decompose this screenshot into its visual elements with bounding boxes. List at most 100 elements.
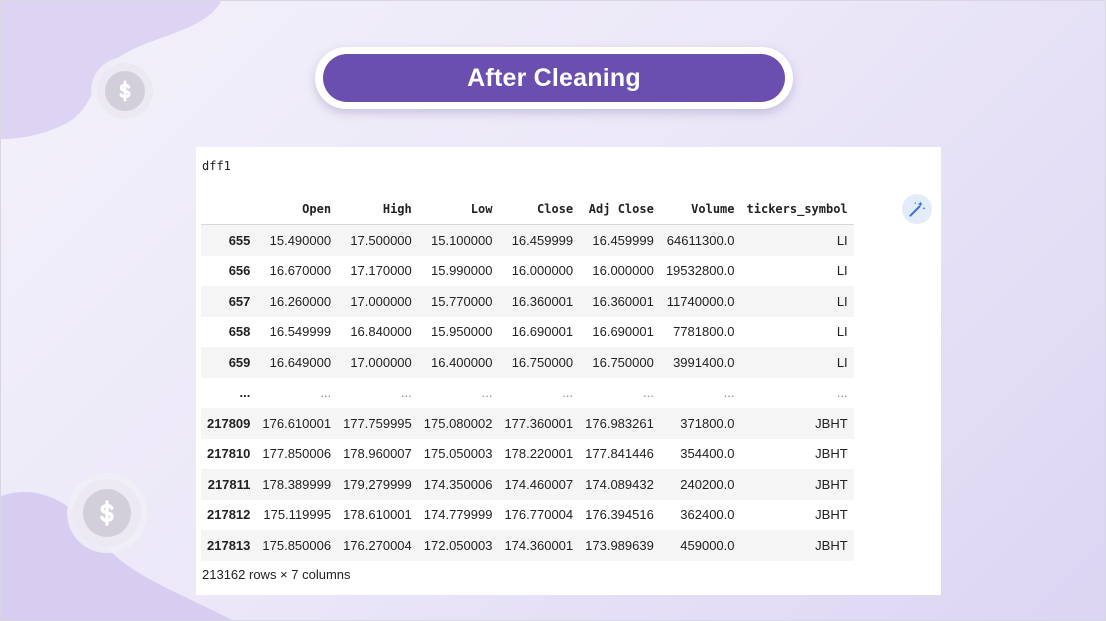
table-cell: 178.610001	[343, 507, 412, 523]
dataframe-table: Open High Low Close Adj Close Volume tickers_s…	[201, 194, 854, 561]
table-cell: JBHT	[815, 446, 848, 462]
table-cell: 362400.0	[680, 507, 735, 523]
title-pill: After Cleaning	[315, 47, 793, 109]
table-cell: 178.389999	[256, 469, 338, 500]
table-row: 655 15.490000 17.500000 15.100000 16.459999 1…	[201, 224, 854, 256]
row-index: 217813	[201, 530, 257, 561]
coin-top	[97, 63, 153, 119]
table-cell: 64611300.0	[659, 224, 741, 256]
row-index: 659	[201, 347, 257, 378]
column-header: Volume	[659, 194, 741, 225]
table-cell: LI	[836, 324, 848, 340]
table-cell: 174.089432	[579, 469, 660, 500]
column-header: Close	[498, 194, 580, 225]
table-row: 217811 178.389999 179.279999 174.350006 174.…	[201, 469, 854, 500]
table-cell: 174.360001	[498, 530, 580, 561]
table-cell: ...	[562, 385, 574, 401]
dataframe-suggest-button[interactable]	[902, 194, 932, 224]
table-cell: 176.770004	[504, 507, 574, 523]
ellipsis-row: ........................	[201, 378, 854, 409]
dollar-coin-icon	[100, 500, 114, 526]
column-header: Low	[417, 194, 499, 225]
table-cell: 11740000.0	[659, 286, 741, 317]
table-row: 217810 177.850006 178.960007 175.050003 178.…	[201, 439, 854, 470]
table-cell: 175.050003	[423, 446, 493, 462]
table-cell: 177.850006	[262, 446, 332, 462]
table-cell: 240200.0	[659, 469, 741, 500]
table-cell: 16.000000	[592, 263, 654, 279]
table-cell: 16.260000	[256, 286, 338, 317]
table-cell: 15.490000	[256, 224, 338, 256]
row-index: ...	[239, 385, 251, 401]
table-cell: 177.360001	[498, 408, 580, 439]
table-cell: 176.983261	[579, 408, 660, 439]
table-cell: JBHT	[815, 507, 848, 523]
table-cell: 16.670000	[269, 263, 332, 279]
table-cell: 19532800.0	[665, 263, 735, 279]
table-cell: ...	[400, 385, 412, 401]
table-cell: 177.759995	[337, 408, 418, 439]
table-cell: 15.950000	[431, 324, 493, 340]
table-cell: 178.220001	[504, 446, 574, 462]
table-cell: 17.500000	[337, 224, 418, 256]
table-row: 656 16.670000 17.170000 15.990000 16.000000 1…	[201, 256, 854, 287]
table-row: 657 16.260000 17.000000 15.770000 16.360001 1…	[201, 286, 854, 317]
dollar-coin-icon	[119, 80, 131, 102]
table-cell: 16.750000	[579, 347, 660, 378]
table-row: 658 16.549999 16.840000 15.950000 16.690001 1…	[201, 317, 854, 348]
table-cell: 354400.0	[680, 446, 735, 462]
table-cell: 174.350006	[417, 469, 499, 500]
row-index: 217810	[207, 446, 251, 462]
table-cell: ...	[320, 385, 332, 401]
table-cell: 16.360001	[579, 286, 660, 317]
table-row: 217813 175.850006 176.270004 172.050003 174.…	[201, 530, 854, 561]
table-cell: JBHT	[740, 408, 854, 439]
slide: After Cleaning dff1 Open High Low Close Adj …	[0, 0, 1106, 621]
table-cell: 16.690001	[511, 324, 574, 340]
row-index: 656	[228, 263, 251, 279]
table-cell: 173.989639	[579, 530, 660, 561]
table-cell: 16.549999	[269, 324, 332, 340]
table-cell: 174.460007	[498, 469, 580, 500]
table-cell: 16.400000	[417, 347, 499, 378]
table-cell: 7781800.0	[673, 324, 735, 340]
table-cell: 15.100000	[417, 224, 499, 256]
variable-name: dff1	[202, 159, 231, 173]
table-cell: 16.840000	[350, 324, 412, 340]
table-cell: 15.990000	[431, 263, 493, 279]
table-cell: 16.690001	[592, 324, 654, 340]
table-row: 217809 176.610001 177.759995 175.080002 177.…	[201, 408, 854, 439]
table-cell: LI	[836, 263, 848, 279]
coin-bottom	[73, 479, 141, 547]
row-index: 217809	[201, 408, 257, 439]
column-header: Adj Close	[579, 194, 660, 225]
table-cell: 3991400.0	[659, 347, 741, 378]
table-cell: ...	[642, 385, 654, 401]
table-cell: 16.000000	[511, 263, 574, 279]
table-cell: 176.610001	[256, 408, 338, 439]
table-cell: 175.850006	[256, 530, 338, 561]
table-cell: 16.360001	[498, 286, 580, 317]
table-cell: 16.459999	[498, 224, 580, 256]
table-cell: LI	[740, 224, 854, 256]
table-cell: 371800.0	[659, 408, 741, 439]
table-cell: JBHT	[740, 530, 854, 561]
table-cell: 175.119995	[263, 507, 332, 523]
magic-wand-icon	[909, 201, 926, 217]
row-index: 217812	[207, 507, 251, 523]
table-cell: 17.000000	[337, 286, 418, 317]
index-header	[201, 194, 257, 225]
table-cell: 172.050003	[417, 530, 499, 561]
table-cell: 179.279999	[337, 469, 418, 500]
table-cell: 17.000000	[337, 347, 418, 378]
table-cell: 176.270004	[337, 530, 418, 561]
table-cell: 174.779999	[423, 507, 493, 523]
row-index: 657	[201, 286, 257, 317]
table-cell: 16.459999	[579, 224, 660, 256]
table-cell: ...	[723, 385, 735, 401]
table-cell: JBHT	[740, 469, 854, 500]
table-row: 217812 175.119995 178.610001 174.779999 176.…	[201, 500, 854, 531]
column-header: tickers_symbol	[740, 194, 854, 225]
table-cell: 175.080002	[417, 408, 499, 439]
table-cell: LI	[740, 286, 854, 317]
